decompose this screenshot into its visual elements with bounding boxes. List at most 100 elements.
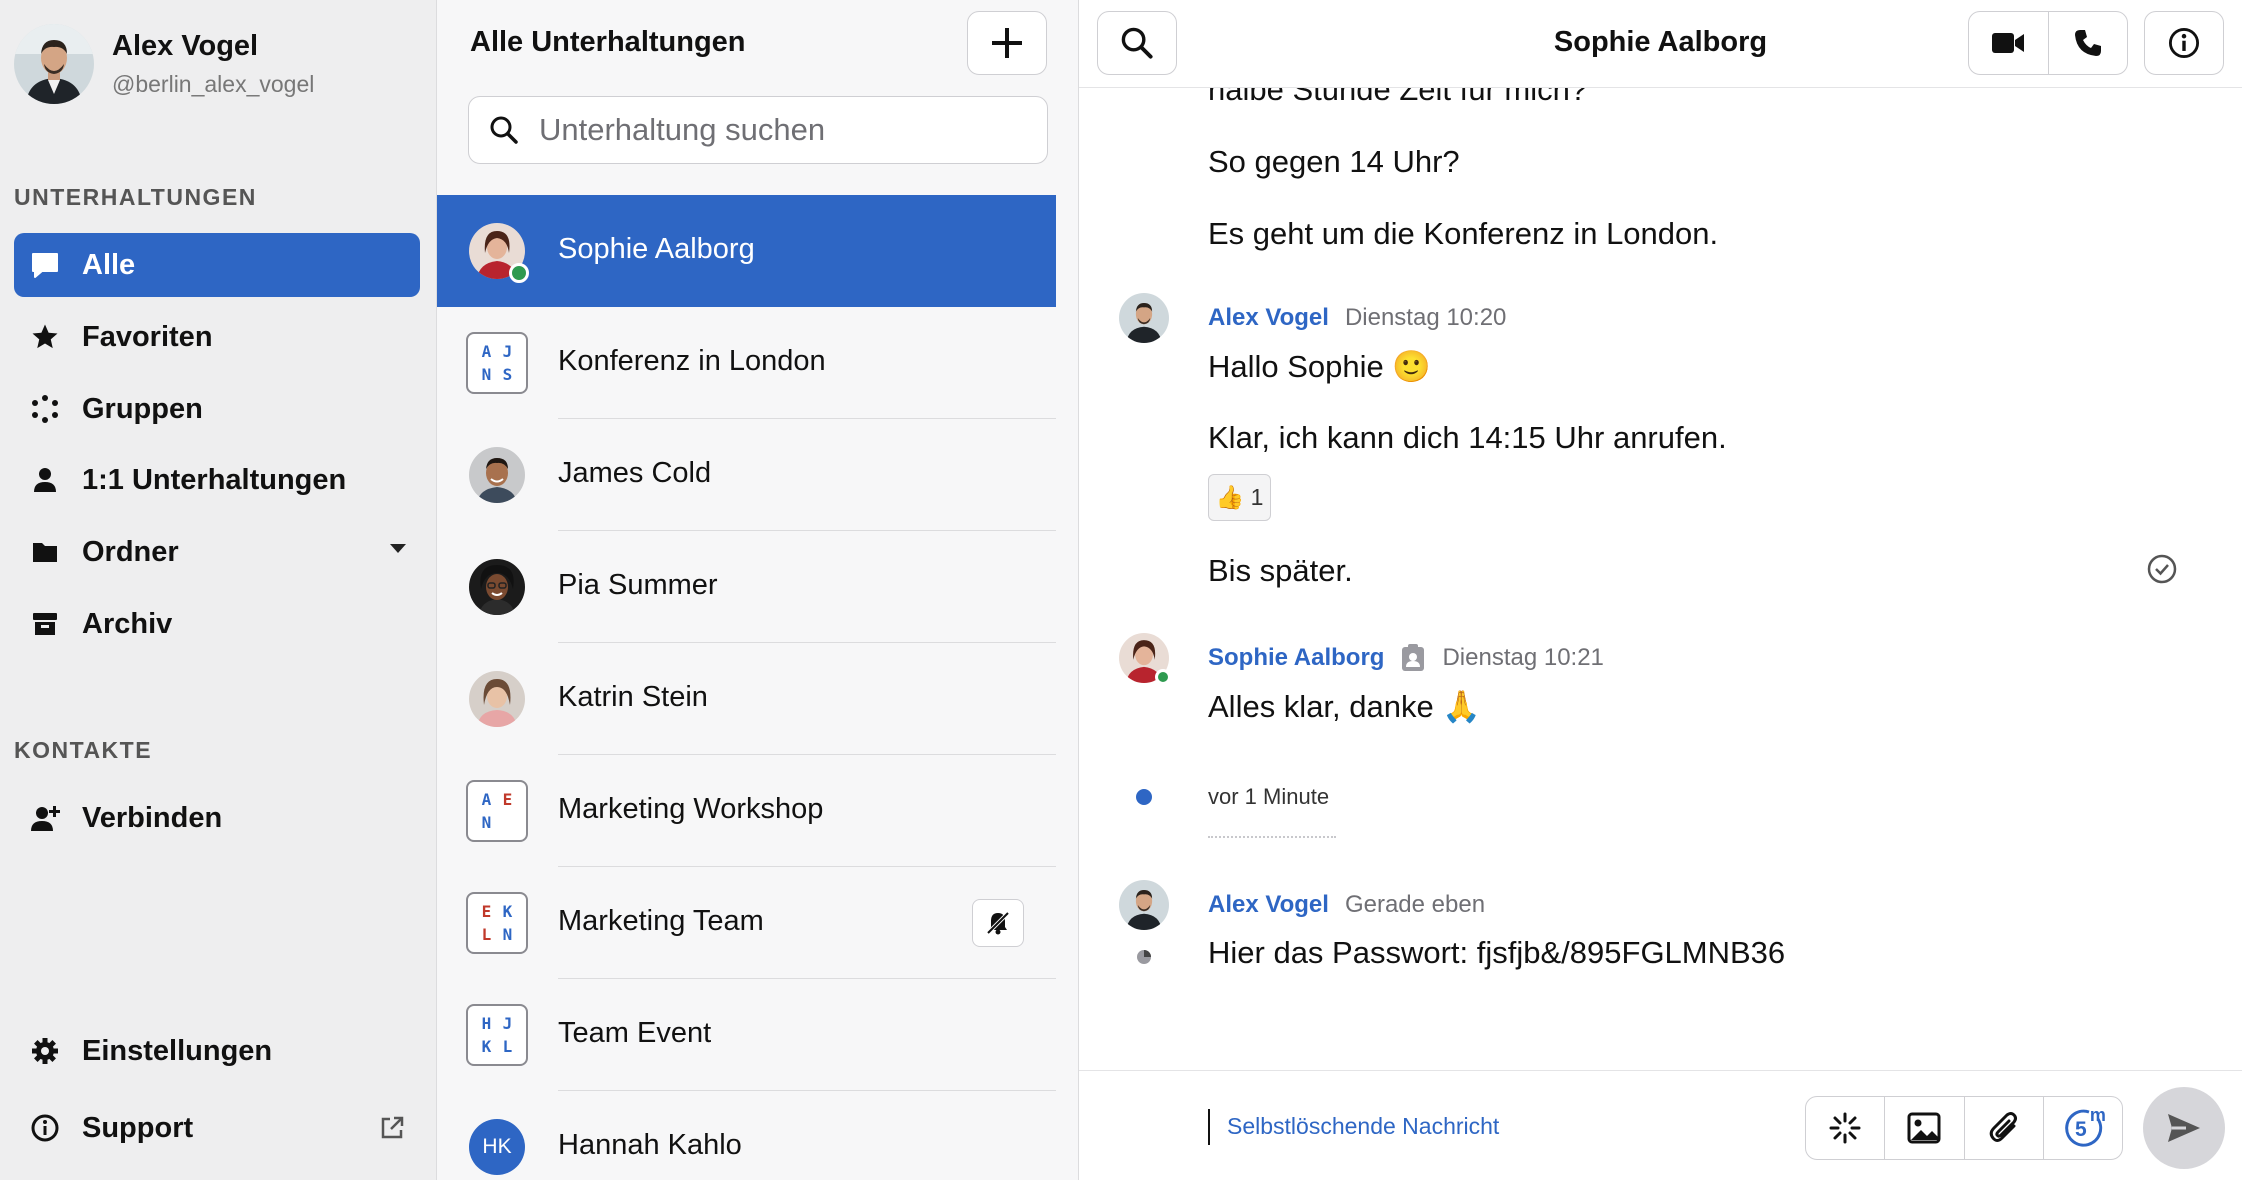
chat-panel: halbe Stunde Zeit für mich? So gegen 14 …: [1079, 0, 2242, 1180]
online-status-dot: [1155, 669, 1171, 685]
conversation-name: Konferenz in London: [558, 345, 826, 377]
conversation-item-marketing-team[interactable]: E K L N Marketing Team: [437, 867, 1056, 979]
message-text: Bis später.: [1208, 553, 1353, 588]
conversation-item-sophie-aalborg[interactable]: Sophie Aalborg: [437, 195, 1056, 307]
self-deleting-timer-button[interactable]: 5 m: [2042, 1097, 2122, 1159]
sidebar-item-einstellungen[interactable]: Einstellungen: [14, 1019, 420, 1083]
video-call-button[interactable]: [1969, 12, 2048, 74]
conversation-item-katrin-stein[interactable]: Katrin Stein: [437, 643, 1056, 755]
external-link-icon: [378, 1114, 406, 1147]
sidebar-item-label: Alle: [82, 248, 136, 281]
group-letter: S: [502, 365, 513, 384]
sidebar-item-support[interactable]: Support: [14, 1096, 420, 1160]
message-input[interactable]: Selbstlöschende Nachricht: [1227, 1113, 1499, 1140]
group-avatar: A E N: [466, 780, 528, 842]
avatar: [469, 559, 525, 615]
avatar: [469, 671, 525, 727]
message-text: So gegen 14 Uhr?: [1208, 144, 1460, 179]
send-button[interactable]: [2143, 1087, 2225, 1169]
plus-icon: [992, 28, 1022, 58]
gear-icon: [28, 1034, 62, 1068]
ping-icon: [1829, 1112, 1861, 1144]
sidebar-item-archiv[interactable]: Archiv: [14, 592, 420, 656]
sidebar-item-verbinden[interactable]: Verbinden: [14, 786, 420, 850]
conversation-item-konferenz-in-london[interactable]: A J N S Konferenz in London: [437, 307, 1056, 419]
message-author[interactable]: Alex Vogel: [1208, 891, 1329, 919]
chevron-down-icon[interactable]: [390, 544, 406, 553]
sidebar-item-label: Verbinden: [82, 801, 223, 834]
sidebar-item-label: Archiv: [82, 607, 173, 640]
message-list[interactable]: halbe Stunde Zeit für mich? So gegen 14 …: [1079, 0, 2242, 1070]
contact-card-icon: [1400, 643, 1426, 673]
conversation-search-input[interactable]: [539, 112, 1019, 148]
sidebar-item-label: Ordner: [82, 535, 179, 568]
avatar[interactable]: [1119, 293, 1169, 343]
sidebar-item-label: Einstellungen: [82, 1034, 273, 1067]
online-status-dot: [509, 263, 529, 283]
timer-badge-value: 5: [2075, 1118, 2087, 1141]
conversation-search[interactable]: [468, 96, 1048, 164]
message-header: Alex Vogel Gerade eben: [1208, 891, 1485, 919]
avatar[interactable]: [1119, 880, 1169, 930]
timer-badge-unit: m: [2089, 1104, 2106, 1125]
folder-icon: [28, 535, 62, 569]
message-author[interactable]: Sophie Aalborg: [1208, 644, 1384, 672]
image-upload-button[interactable]: [1884, 1097, 1963, 1159]
message-author[interactable]: Alex Vogel: [1208, 304, 1329, 332]
new-conversation-button[interactable]: [967, 11, 1047, 75]
message-timestamp: Dienstag 10:20: [1344, 304, 1507, 331]
composer-toolbar: 5 m: [1805, 1096, 2123, 1160]
user-profile[interactable]: Alex Vogel @berlin_alex_vogel: [14, 24, 314, 104]
avatar: HK: [469, 1119, 525, 1175]
sidebar-item-gruppen[interactable]: Gruppen: [14, 377, 420, 441]
sidebar-item-1-1[interactable]: 1:1 Unterhaltungen: [14, 448, 420, 512]
read-receipt-icon: [2146, 553, 2178, 590]
conversation-name: Marketing Team: [558, 905, 764, 937]
message-text: Hier das Passwort: fjsfjb&/895FGLMNB36: [1208, 935, 1786, 970]
conversation-item-james-cold[interactable]: James Cold: [437, 419, 1056, 531]
sidebar-item-label: Favoriten: [82, 320, 213, 353]
phone-icon: [2074, 30, 2101, 56]
group-letter: H: [481, 1014, 492, 1033]
user-avatar[interactable]: [14, 24, 94, 104]
ephemeral-timer-label: vor 1 Minute: [1208, 784, 1330, 809]
conversation-name: James Cold: [558, 457, 712, 489]
conversation-item-pia-summer[interactable]: Pia Summer: [437, 531, 1056, 643]
image-icon: [1907, 1112, 1941, 1144]
attach-file-button[interactable]: [1963, 1097, 2043, 1159]
sidebar-item-label: Support: [82, 1111, 194, 1144]
search-icon: [490, 116, 518, 144]
avatar: [469, 447, 525, 503]
muted-notifications-button[interactable]: [972, 899, 1024, 947]
reaction-badge[interactable]: 👍 1: [1208, 474, 1271, 521]
group-letter: E: [502, 790, 513, 809]
group-avatar: A J N S: [466, 332, 528, 394]
conversation-name: Pia Summer: [558, 569, 718, 601]
audio-call-button[interactable]: [2047, 12, 2128, 74]
message-text: Es geht um die Konferenz in London.: [1208, 216, 1719, 251]
sidebar-item-alle[interactable]: Alle: [14, 233, 420, 297]
group-letter: J: [502, 342, 513, 361]
conversation-list-panel: Alle Unterhaltungen Sophie Aalborg A J N…: [437, 0, 1079, 1180]
group-letter: L: [502, 1037, 513, 1056]
sidebar-item-ordner[interactable]: Ordner: [14, 520, 420, 584]
paperclip-icon: [1989, 1112, 2017, 1142]
conversation-info-button[interactable]: [2144, 11, 2224, 75]
conversation-name: Team Event: [558, 1017, 712, 1049]
avatar[interactable]: [1119, 633, 1171, 685]
ping-button[interactable]: [1806, 1097, 1884, 1159]
archive-icon: [28, 607, 62, 641]
conversation-item-team-event[interactable]: H J K L Team Event: [437, 979, 1056, 1091]
group-letter: K: [502, 902, 513, 921]
video-camera-icon: [1992, 33, 2025, 53]
group-letter: K: [481, 1037, 492, 1056]
conversation-item-hannah-kahlo[interactable]: HK Hannah Kahlo: [437, 1091, 1056, 1180]
group-letter: [497, 811, 518, 834]
person-icon: [28, 463, 62, 497]
message-text: Klar, ich kann dich 14:15 Uhr anrufen.: [1208, 420, 1727, 455]
conversation-item-marketing-workshop[interactable]: A E N Marketing Workshop: [437, 755, 1056, 867]
conversation-list-title: Alle Unterhaltungen: [470, 26, 746, 58]
sidebar-item-favoriten[interactable]: Favoriten: [14, 305, 420, 369]
call-button-group: [1968, 11, 2128, 75]
group-letter: A: [481, 342, 492, 361]
